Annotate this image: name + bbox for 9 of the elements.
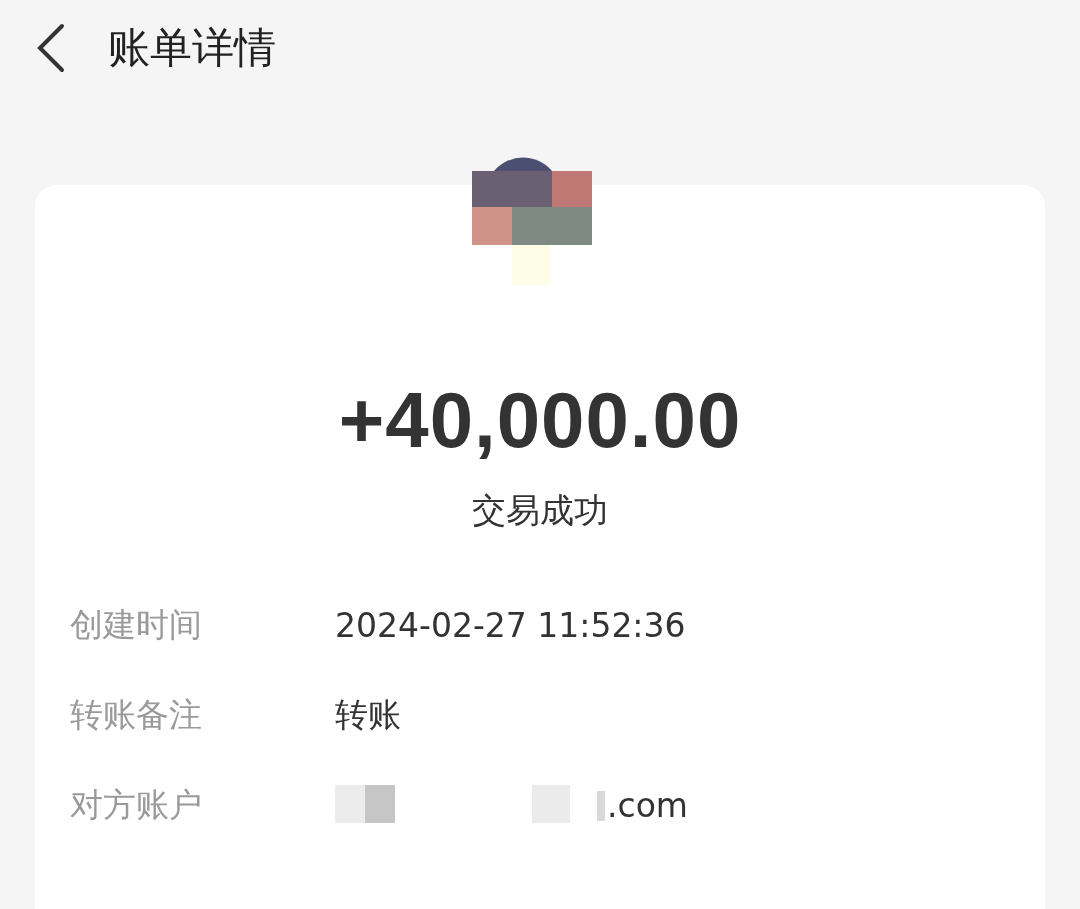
detail-label: 对方账户 [70, 783, 203, 826]
detail-value: 2024-02-27 11:52:36 [335, 605, 686, 645]
detail-label: 转账备注 [70, 693, 203, 736]
amount: +40,000.00 [337, 375, 743, 466]
page-title: 账单详情 [108, 22, 276, 74]
detail-value: .com [607, 785, 688, 825]
transaction-status: 交易成功 [471, 489, 609, 532]
detail-label: 创建时间 [70, 603, 203, 646]
detail-value: 转账 [335, 693, 401, 736]
